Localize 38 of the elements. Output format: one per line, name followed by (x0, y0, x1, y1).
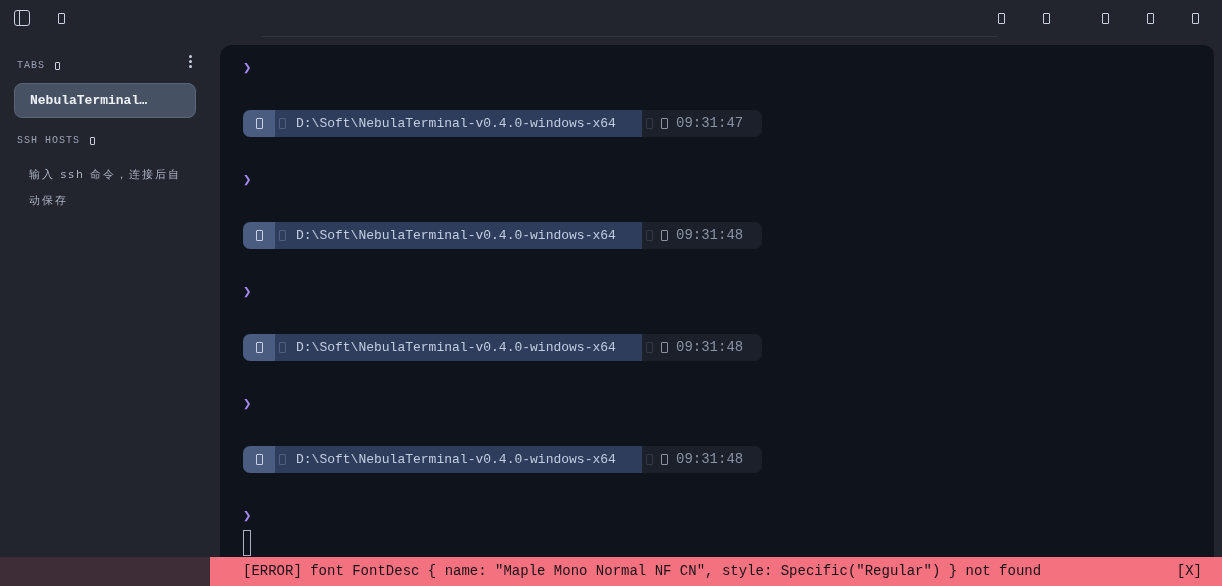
sidebar-toggle-icon[interactable] (14, 10, 30, 26)
close-button[interactable]: [X] (1176, 561, 1202, 582)
glyph-box-icon (279, 342, 286, 353)
section-heading: SSH HOSTS (17, 134, 80, 148)
glyph-box-icon (279, 230, 286, 241)
ssh-hint-text: 输入 ssh 命令，连接后自动保存 (29, 167, 183, 209)
path-text: D:\Soft\NebulaTerminal-v0.4.0-windows-x64 (296, 226, 616, 245)
glyph-box-icon (646, 118, 653, 129)
glyph-box-icon (646, 454, 653, 465)
toolbar-glyph-icon (1192, 12, 1199, 24)
path-text: D:\Soft\NebulaTerminal-v0.4.0-windows-x64 (296, 450, 616, 469)
glyph-box-icon (90, 136, 95, 145)
time-text: 09:31:47 (676, 114, 744, 133)
prompt-symbol: ❯ (243, 397, 252, 411)
time-text: 09:31:48 (676, 338, 744, 357)
prompt-symbol: ❯ (243, 173, 252, 187)
path-text: D:\Soft\NebulaTerminal-v0.4.0-windows-x64 (296, 338, 616, 357)
prompt-symbol: ❯ (243, 509, 252, 523)
time-text: 09:31:48 (676, 226, 744, 245)
glyph-box-icon (279, 118, 286, 129)
glyph-box-icon (646, 342, 653, 353)
toolbar-glyph-icon (1147, 12, 1154, 24)
tab-item[interactable]: NebulaTerminal… (14, 83, 196, 118)
glyph-box-icon (279, 454, 286, 465)
toolbar-glyph-icon (1102, 12, 1109, 24)
toolbar-glyph-icon (58, 12, 65, 24)
error-message: [ERROR] font FontDesc { name: "Maple Mono Normal NF CN", style: Specific("Regular") } not found (243, 562, 1042, 581)
glyph-box-icon (646, 230, 653, 241)
toolbar-glyph-icon (998, 12, 1005, 24)
prompt-symbol: ❯ (243, 285, 252, 299)
prompt-symbol: ❯ (243, 61, 252, 75)
toolbar-glyph-icon (1043, 12, 1050, 24)
glyph-box-icon (55, 61, 60, 70)
more-icon[interactable] (189, 55, 192, 68)
path-text: D:\Soft\NebulaTerminal-v0.4.0-windows-x64 (296, 114, 616, 133)
time-text: 09:31:48 (676, 450, 744, 469)
cursor (243, 530, 251, 556)
section-heading: TABS (17, 59, 45, 73)
